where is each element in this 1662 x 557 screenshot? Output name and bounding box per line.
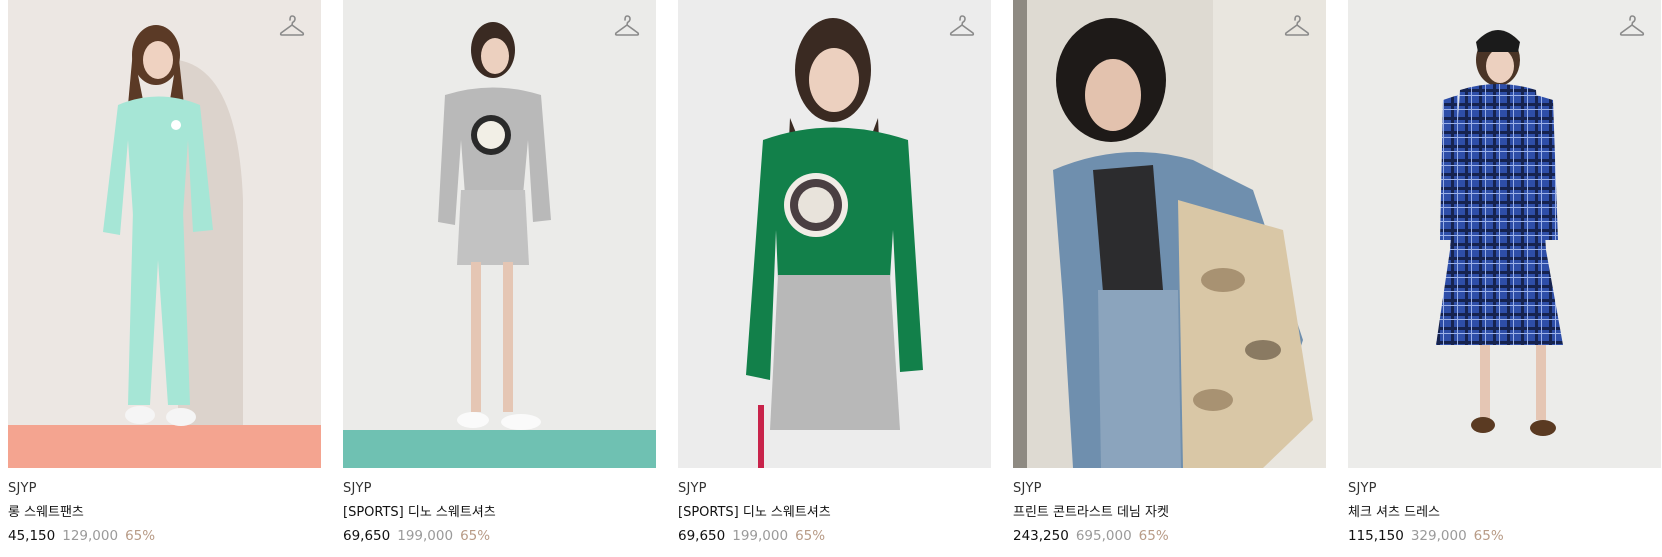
product-prices: 69,650 199,000 65% — [678, 527, 991, 545]
original-price: 199,000 — [732, 528, 789, 544]
product-brand: SJYP — [343, 481, 372, 496]
model-photo-denim-jacket — [1013, 0, 1326, 468]
model-photo-grey-sweatshirt — [343, 0, 656, 468]
product-name[interactable]: 롱 스웨트팬츠 — [8, 504, 321, 522]
discount-rate: 65% — [125, 528, 156, 544]
product-card: SJYP [SPORTS] 디노 스웨트셔츠 69,650 199,000 65% — [678, 0, 991, 545]
hanger-icon[interactable] — [1284, 14, 1310, 38]
product-brand: SJYP — [1348, 481, 1377, 496]
product-card: SJYP 체크 셔츠 드레스 115,150 329,000 65% — [1348, 0, 1661, 545]
product-card: SJYP [SPORTS] 디노 스웨트셔츠 69,650 199,000 65% — [343, 0, 656, 545]
product-prices: 243,250 695,000 65% — [1013, 527, 1326, 545]
model-photo-green-sweatshirt — [678, 0, 991, 468]
product-name[interactable]: 프린트 콘트라스트 데님 자켓 — [1013, 504, 1326, 522]
model-photo-mint-sweatsuit — [8, 0, 321, 468]
product-grid: SJYP 롱 스웨트팬츠 45,150 129,000 65% SJYP [SP… — [0, 0, 1662, 557]
sale-price: 115,150 — [1348, 528, 1404, 544]
discount-rate: 65% — [1138, 528, 1169, 544]
discount-rate: 65% — [1473, 528, 1504, 544]
original-price: 329,000 — [1410, 528, 1467, 544]
product-brand: SJYP — [678, 481, 707, 496]
sale-price: 69,650 — [343, 528, 391, 544]
product-card: SJYP 프린트 콘트라스트 데님 자켓 243,250 695,000 65% — [1013, 0, 1326, 545]
sale-price: 243,250 — [1013, 528, 1069, 544]
model-photo-check-dress — [1348, 0, 1661, 468]
sale-price: 45,150 — [8, 528, 56, 544]
original-price: 199,000 — [397, 528, 454, 544]
product-image[interactable] — [1348, 0, 1661, 468]
product-prices: 115,150 329,000 65% — [1348, 527, 1661, 545]
product-name[interactable]: [SPORTS] 디노 스웨트셔츠 — [343, 504, 656, 522]
product-name[interactable]: [SPORTS] 디노 스웨트셔츠 — [678, 504, 991, 522]
hanger-icon[interactable] — [614, 14, 640, 38]
hanger-icon[interactable] — [1619, 14, 1645, 38]
product-prices: 69,650 199,000 65% — [343, 527, 656, 545]
sale-price: 69,650 — [678, 528, 726, 544]
discount-rate: 65% — [795, 528, 826, 544]
hanger-icon[interactable] — [279, 14, 305, 38]
product-image[interactable] — [343, 0, 656, 468]
product-image[interactable] — [678, 0, 991, 468]
original-price: 129,000 — [62, 528, 119, 544]
product-name[interactable]: 체크 셔츠 드레스 — [1348, 504, 1661, 522]
original-price: 695,000 — [1075, 528, 1132, 544]
discount-rate: 65% — [460, 528, 491, 544]
product-image[interactable] — [8, 0, 321, 468]
product-brand: SJYP — [1013, 481, 1042, 496]
product-prices: 45,150 129,000 65% — [8, 527, 321, 545]
hanger-icon[interactable] — [949, 14, 975, 38]
product-card: SJYP 롱 스웨트팬츠 45,150 129,000 65% — [8, 0, 321, 545]
product-image[interactable] — [1013, 0, 1326, 468]
product-brand: SJYP — [8, 481, 37, 496]
